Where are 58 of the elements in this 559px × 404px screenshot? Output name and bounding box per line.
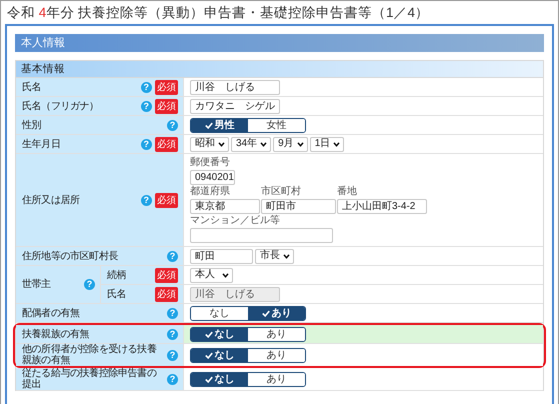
field-label: 住所地等の市区町村長: [22, 250, 120, 262]
input-field[interactable]: 川谷 しげる: [190, 80, 280, 94]
field-label: 郵便番号: [190, 157, 231, 169]
required-badge: 必須: [154, 268, 178, 282]
field-label: 都道府県: [190, 186, 231, 198]
field-label: 氏名: [107, 288, 128, 300]
check-icon: [204, 352, 212, 358]
toggle-option[interactable]: なし: [191, 372, 248, 386]
field-label: 番地: [337, 186, 358, 198]
toggle-option[interactable]: あり: [248, 328, 305, 340]
input-field[interactable]: [190, 228, 333, 243]
field-label: 従たる給与の扶養控除申告書の提出: [22, 368, 158, 390]
field-label: 世帯主: [22, 279, 52, 290]
field-label: 氏名: [22, 82, 42, 92]
caret-icon: [296, 142, 304, 146]
page-title: 令和 4年分 扶養控除等（異動）申告書・基礎控除申告書等（1／4）: [6, 4, 430, 22]
caret-icon: [222, 272, 229, 278]
check-icon: [204, 330, 212, 338]
field-label: 配偶者の有無: [22, 308, 81, 318]
field-label: マンション／ビル等: [190, 215, 281, 227]
dropdown[interactable]: 昭和: [190, 136, 229, 152]
required-badge: 必須: [154, 136, 178, 152]
input-field[interactable]: 東京都: [190, 199, 260, 214]
required-badge: 必須: [154, 98, 178, 114]
section-header: 本人情報: [15, 34, 544, 52]
dropdown[interactable]: 1日: [310, 136, 344, 152]
field-label: 性別: [22, 120, 42, 130]
field-label: 住所又は居所: [22, 194, 81, 206]
caret-icon: [333, 142, 340, 146]
input-field[interactable]: 町田: [190, 248, 253, 264]
required-badge: 必須: [154, 80, 178, 94]
required-badge: 必須: [154, 192, 178, 208]
field-label: 扶養親族の有無: [22, 328, 90, 340]
caret-icon: [283, 254, 290, 258]
check-icon: [262, 310, 270, 316]
field-label: 市区町村: [261, 186, 302, 198]
dropdown[interactable]: 34年: [231, 136, 272, 152]
toggle-option[interactable]: なし: [191, 348, 248, 362]
check-icon: [204, 376, 212, 382]
toggle-option[interactable]: 男性: [191, 118, 248, 132]
field-label: 生年月日: [22, 138, 62, 150]
field-label: 氏名（フリガナ）: [22, 100, 100, 112]
dropdown[interactable]: 本人: [190, 268, 233, 282]
input-field[interactable]: カワタニ シゲル: [190, 98, 280, 114]
required-badge: 必須: [154, 286, 178, 302]
subsection-header: 基本情報: [16, 61, 543, 78]
toggle-option[interactable]: あり: [248, 306, 305, 320]
caret-icon: [260, 142, 268, 146]
check-icon: [204, 122, 212, 128]
toggle-option[interactable]: なし: [191, 328, 248, 340]
input-field[interactable]: 町田市: [261, 199, 336, 214]
dropdown[interactable]: 9月: [273, 136, 308, 152]
caret-icon: [218, 142, 225, 146]
input-field[interactable]: 上小山田町3-4-2: [337, 199, 427, 214]
dropdown[interactable]: 市長: [255, 248, 294, 264]
input-field[interactable]: 0940201: [190, 170, 235, 185]
field-label: 続柄: [107, 270, 128, 280]
field-label: 他の所得者が控除を受ける扶養親族の有無: [22, 344, 158, 366]
